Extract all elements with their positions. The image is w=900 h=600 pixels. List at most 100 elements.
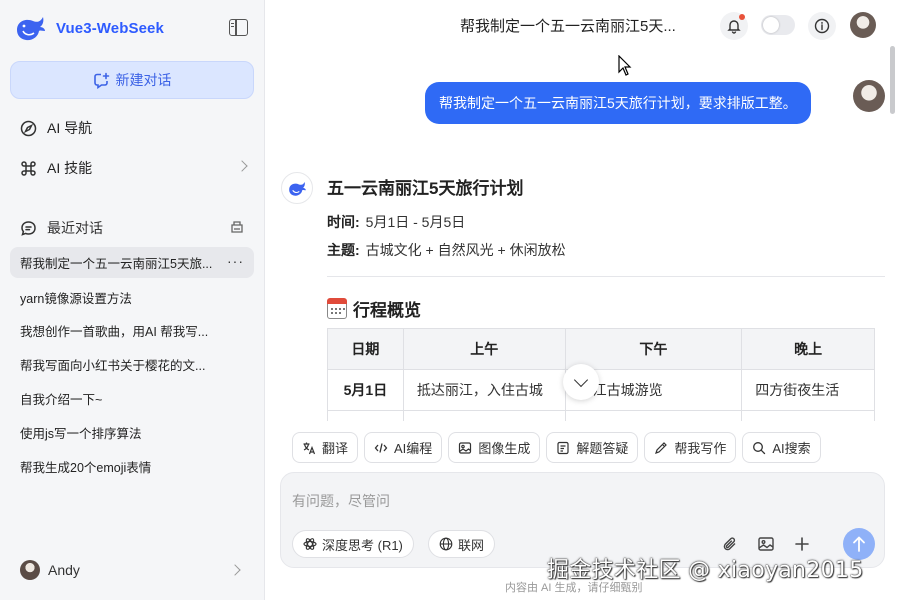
pen-icon xyxy=(655,441,668,454)
chevron-right-icon xyxy=(229,564,241,576)
table-header-row: 日期 上午 下午 晚上 xyxy=(327,328,875,370)
deep-think-label: 深度思考 (R1) xyxy=(322,537,403,553)
paperclip-icon[interactable] xyxy=(721,535,739,553)
watermark: 掘金技术社区 @ xiaoyan2015 xyxy=(547,558,864,583)
divider xyxy=(327,276,885,277)
quick-action-label: 翻译 xyxy=(322,441,349,456)
theme-label: 主题: xyxy=(327,242,360,258)
theme-value: 古城文化 + 自然风光 + 休闲放松 xyxy=(365,242,566,258)
calendar-icon xyxy=(326,298,347,319)
web-search-button[interactable]: 联网 xyxy=(428,530,496,558)
table-row: 5月1日 抵达丽江，入住古城 丽江古城游览 四方街夜生活 xyxy=(327,369,875,411)
plus-icon[interactable] xyxy=(793,535,811,553)
nav-item-ai-skills[interactable]: AI 技能 xyxy=(20,156,250,180)
chat-bubble-icon xyxy=(21,220,36,236)
conversation-item[interactable]: 帮我生成20个emoji表情 xyxy=(10,451,254,482)
table-header-cell: 晚上 xyxy=(741,328,875,370)
recent-label: 最近对话 xyxy=(47,220,103,236)
conversation-title: 自我介绍一下~ xyxy=(20,393,103,407)
new-chat-icon xyxy=(93,72,109,89)
conversation-item[interactable]: 自我介绍一下~ xyxy=(10,383,254,414)
code-icon xyxy=(374,442,388,453)
answer-theme: 主题: 古城文化 + 自然风光 + 休闲放松 xyxy=(327,240,566,260)
answer-title: 五一云南丽江5天旅行计划 xyxy=(327,179,524,198)
quick-action-translate[interactable]: 翻译 xyxy=(292,432,359,463)
user-message: 帮我制定一个五一云南丽江5天旅行计划，要求排版工整。 xyxy=(425,82,811,124)
table-header-cell: 上午 xyxy=(402,328,566,370)
conversation-title: 帮我制定一个五一云南丽江5天旅... xyxy=(20,257,213,271)
whale-logo-icon xyxy=(289,181,306,196)
notification-dot xyxy=(739,14,745,20)
mouse-cursor-icon xyxy=(618,55,632,76)
image-icon xyxy=(459,441,472,454)
info-button[interactable] xyxy=(808,12,836,40)
search-icon xyxy=(753,441,766,454)
conversation-item[interactable]: 帮我写面向小红书关于樱花的文... xyxy=(10,349,254,380)
clear-history-icon[interactable] xyxy=(229,218,245,234)
nav-item-label: AI 技能 xyxy=(47,160,93,176)
globe-icon xyxy=(439,537,453,551)
conversation-item[interactable]: 帮我制定一个五一云南丽江5天旅... ··· xyxy=(10,247,254,278)
quick-action-ai-search[interactable]: AI搜索 xyxy=(742,432,821,463)
section-title: 行程概览 xyxy=(326,296,421,321)
new-chat-button[interactable]: 新建对话 xyxy=(10,61,254,99)
quick-action-image-gen[interactable]: 图像生成 xyxy=(448,432,541,463)
brand[interactable]: Vue3-WebSeek xyxy=(14,12,164,44)
message-input[interactable]: 有问题，尽管问 xyxy=(292,491,390,511)
itinerary-table: 日期 上午 下午 晚上 5月1日 抵达丽江，入住古城 丽江古城游览 四方街夜生活 xyxy=(327,328,875,425)
section-title-text: 行程概览 xyxy=(353,301,421,320)
time-value: 5月1日 - 5月5日 xyxy=(365,214,466,230)
quick-action-label: AI编程 xyxy=(394,441,433,456)
user-profile[interactable]: Andy xyxy=(20,558,245,582)
conversation-item[interactable]: yarn镜像源设置方法 xyxy=(10,282,254,313)
atom-icon xyxy=(303,538,317,550)
quick-action-label: 解题答疑 xyxy=(576,441,629,456)
translate-icon xyxy=(303,442,316,454)
quick-actions: 翻译 AI编程 图像生成 解题答疑 帮我写作 AI搜索 xyxy=(292,432,821,463)
more-options-icon[interactable]: ··· xyxy=(227,254,244,268)
quick-action-solve[interactable]: 解题答疑 xyxy=(546,432,639,463)
quick-action-ai-coding[interactable]: AI编程 xyxy=(364,432,443,463)
conversation-title: 我想创作一首歌曲，用AI 帮我写... xyxy=(20,325,209,339)
recent-conversations-header: 最近对话 xyxy=(20,218,245,238)
conversation-title: yarn镜像源设置方法 xyxy=(20,292,132,306)
arrow-up-icon xyxy=(853,536,865,552)
sidebar: Vue3-WebSeek 新建对话 AI 导航 AI 技能 最近对话 帮我制定一… xyxy=(0,0,265,600)
avatar xyxy=(20,560,40,580)
nav-item-label: AI 导航 xyxy=(47,120,93,136)
avatar[interactable] xyxy=(850,12,876,38)
conversation-title: 帮我制定一个五一云南丽江5天... xyxy=(460,18,676,35)
user-name: Andy xyxy=(48,562,80,578)
conversation-item[interactable]: 使用js写一个排序算法 xyxy=(10,417,254,448)
whale-logo-icon xyxy=(17,17,45,41)
notification-button[interactable] xyxy=(720,12,748,40)
nav-item-ai-navigation[interactable]: AI 导航 xyxy=(20,116,250,140)
web-search-label: 联网 xyxy=(458,537,485,553)
new-chat-label: 新建对话 xyxy=(115,72,172,88)
info-icon xyxy=(814,18,830,34)
theme-toggle[interactable] xyxy=(761,15,795,35)
toggle-knob xyxy=(763,17,779,33)
quick-action-label: AI搜索 xyxy=(772,441,811,456)
conversation-title: 使用js写一个排序算法 xyxy=(20,427,142,441)
image-upload-icon[interactable] xyxy=(757,535,775,553)
quick-action-writing[interactable]: 帮我写作 xyxy=(644,432,737,463)
table-header-cell: 日期 xyxy=(327,328,404,370)
table-header-cell: 下午 xyxy=(564,328,743,370)
quick-action-label: 帮我写作 xyxy=(674,441,727,456)
question-doc-icon xyxy=(557,441,569,454)
table-cell: 5月1日 xyxy=(327,369,404,411)
sidebar-toggle-icon[interactable] xyxy=(229,19,248,36)
table-cell: 四方街夜生活 xyxy=(741,369,875,411)
chevron-right-icon xyxy=(236,160,248,172)
scrollbar[interactable] xyxy=(890,46,895,114)
content-mask xyxy=(265,421,890,431)
deep-think-button[interactable]: 深度思考 (R1) xyxy=(292,530,414,558)
app-name: Vue3-WebSeek xyxy=(56,19,164,37)
command-icon xyxy=(21,160,36,176)
conversation-item[interactable]: 我想创作一首歌曲，用AI 帮我写... xyxy=(10,315,254,346)
quick-action-label: 图像生成 xyxy=(478,441,531,456)
conversation-title: 帮我写面向小红书关于樱花的文... xyxy=(20,359,206,373)
conversation-title: 帮我生成20个emoji表情 xyxy=(20,461,152,475)
scroll-down-button[interactable] xyxy=(563,364,599,400)
